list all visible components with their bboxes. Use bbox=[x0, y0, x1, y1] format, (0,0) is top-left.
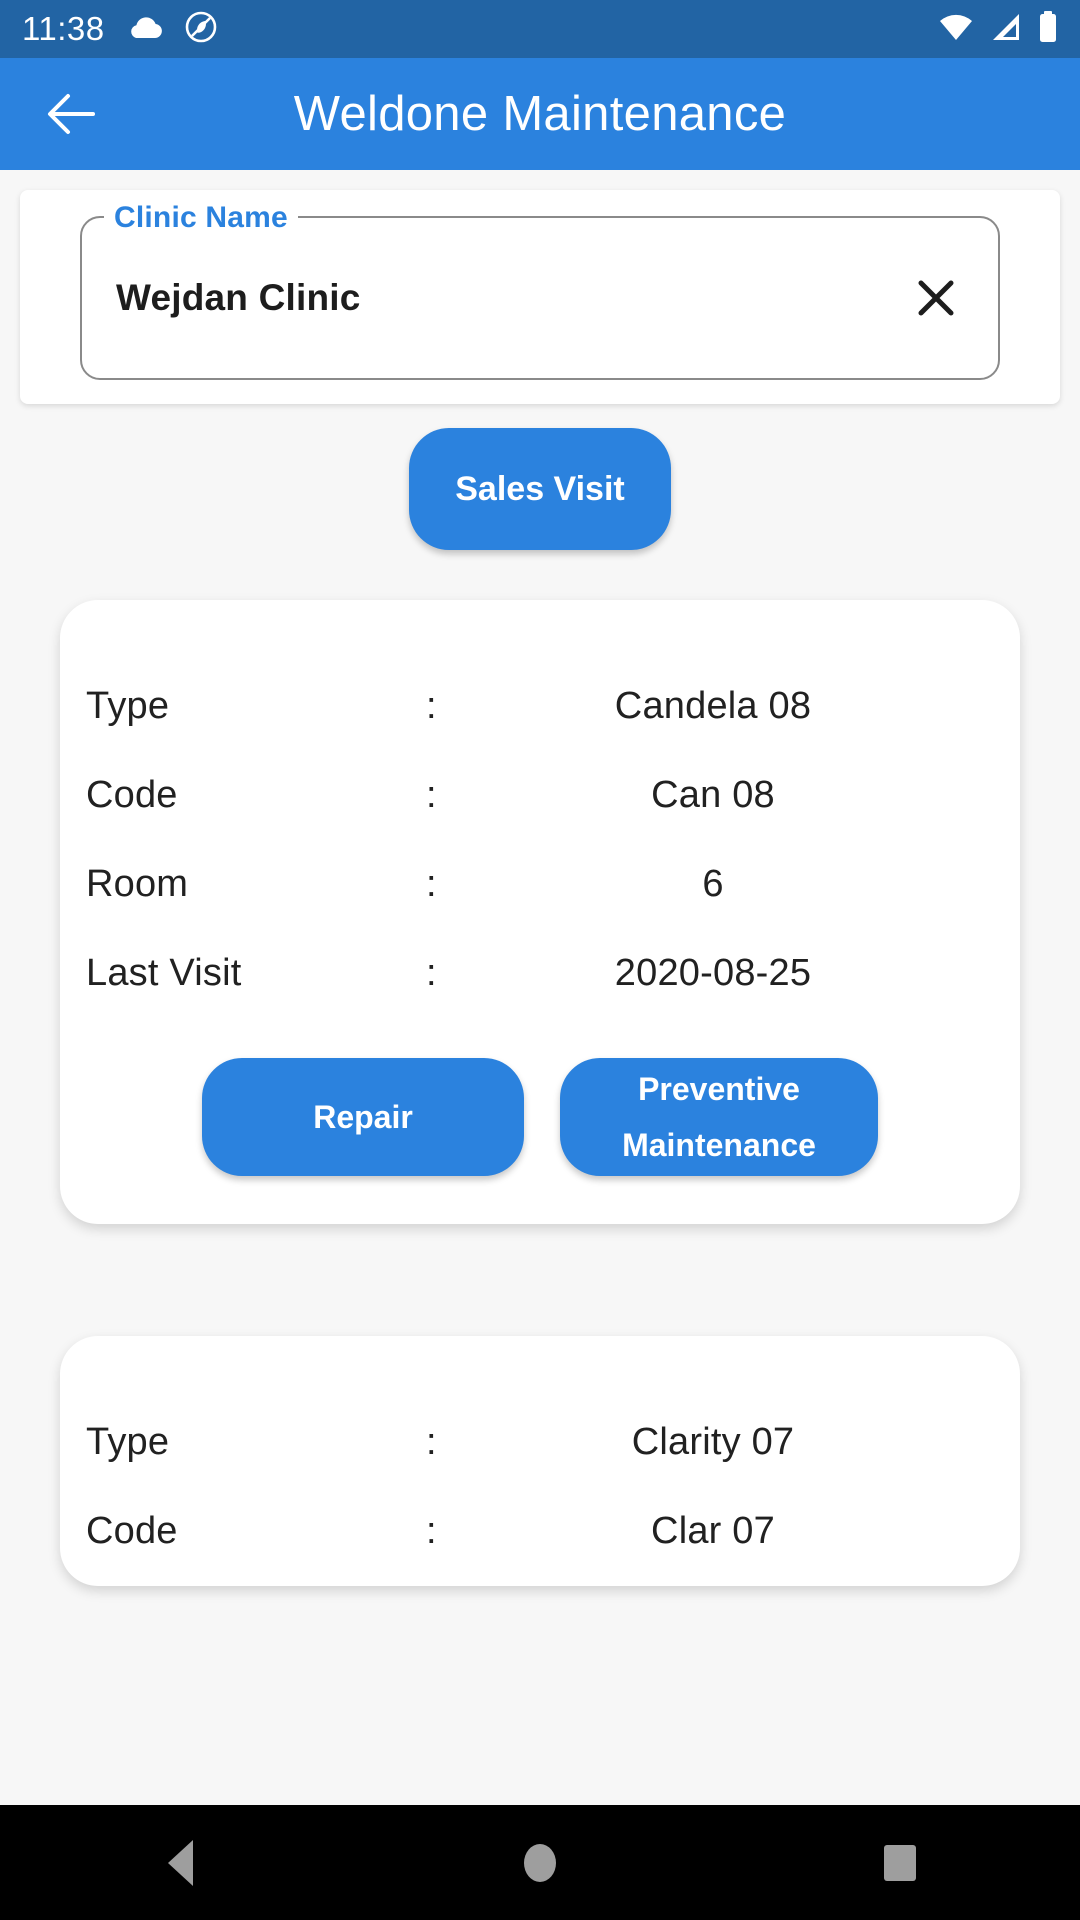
detail-value: Clarity 07 bbox=[631, 1421, 795, 1463]
status-bar: 11:38 bbox=[0, 0, 1080, 58]
sales-visit-row: Sales Visit bbox=[0, 428, 1080, 550]
close-icon[interactable] bbox=[908, 270, 964, 326]
status-bar-right bbox=[938, 10, 1058, 48]
equipment-card[interactable]: Type : Clarity 07 Code : Clar 07 bbox=[60, 1336, 1020, 1586]
nav-back-button[interactable] bbox=[110, 1805, 250, 1920]
repair-button[interactable]: Repair bbox=[202, 1058, 524, 1176]
clinic-name-label: Clinic Name bbox=[104, 202, 298, 234]
content-scroll-area[interactable]: Clinic Name Wejdan Clinic Sales Visit Ty… bbox=[0, 170, 1080, 1920]
detail-separator: : bbox=[426, 1510, 437, 1552]
card-action-row: Repair Preventive Maintenance bbox=[60, 1058, 1020, 1176]
detail-value: Can 08 bbox=[651, 774, 775, 816]
clinic-name-field[interactable]: Clinic Name Wejdan Clinic bbox=[80, 202, 1000, 380]
sales-visit-button[interactable]: Sales Visit bbox=[409, 428, 671, 550]
detail-label: Last Visit bbox=[86, 952, 242, 994]
nav-recents-button[interactable] bbox=[830, 1805, 970, 1920]
equipment-card[interactable]: Type : Candela 08 Code : Can 08 Room : 6… bbox=[60, 600, 1020, 1224]
detail-separator: : bbox=[426, 1421, 437, 1463]
phone-screen: 11:38 Weldone Maintenance Clinic Name We… bbox=[0, 0, 1080, 1920]
detail-row: Type : Clarity 07 bbox=[60, 1398, 1020, 1487]
back-triangle-icon bbox=[167, 1839, 193, 1886]
detail-label: Code bbox=[86, 774, 178, 816]
detail-row: Room : 6 bbox=[60, 840, 1020, 929]
cellular-signal-icon bbox=[990, 12, 1022, 47]
pm-label-line2: Maintenance bbox=[622, 1127, 816, 1163]
clinic-name-value[interactable]: Wejdan Clinic bbox=[116, 277, 361, 319]
battery-icon bbox=[1038, 10, 1058, 48]
wifi-icon bbox=[938, 12, 974, 47]
detail-separator: : bbox=[426, 685, 437, 727]
preventive-maintenance-button[interactable]: Preventive Maintenance bbox=[560, 1058, 878, 1176]
page-title: Weldone Maintenance bbox=[293, 87, 787, 141]
home-circle-icon bbox=[524, 1843, 556, 1882]
app-badge-icon bbox=[185, 11, 217, 48]
detail-row: Type : Candela 08 bbox=[60, 662, 1020, 751]
detail-value: 6 bbox=[702, 863, 724, 905]
detail-value: 2020-08-25 bbox=[614, 952, 812, 994]
detail-row: Code : Clar 07 bbox=[60, 1487, 1020, 1576]
detail-label: Room bbox=[86, 863, 189, 905]
recents-square-icon bbox=[884, 1844, 916, 1881]
back-arrow-icon[interactable] bbox=[46, 87, 100, 141]
cloud-icon bbox=[127, 14, 163, 45]
detail-row: Last Visit : 2020-08-25 bbox=[60, 929, 1020, 1018]
clinic-name-card: Clinic Name Wejdan Clinic bbox=[20, 190, 1060, 404]
android-nav-bar bbox=[0, 1805, 1080, 1920]
detail-separator: : bbox=[426, 774, 437, 816]
status-time: 11:38 bbox=[22, 10, 105, 47]
detail-label: Code bbox=[86, 1510, 178, 1552]
nav-home-button[interactable] bbox=[470, 1805, 610, 1920]
detail-label: Type bbox=[86, 685, 170, 727]
detail-label: Type bbox=[86, 1421, 170, 1463]
status-bar-left: 11:38 bbox=[22, 10, 217, 48]
detail-value: Candela 08 bbox=[614, 685, 812, 727]
detail-separator: : bbox=[426, 952, 437, 994]
pm-label-line1: Preventive bbox=[638, 1071, 800, 1107]
app-bar: Weldone Maintenance bbox=[0, 58, 1080, 170]
detail-value: Clar 07 bbox=[651, 1510, 775, 1552]
detail-row: Code : Can 08 bbox=[60, 751, 1020, 840]
detail-separator: : bbox=[426, 863, 437, 905]
